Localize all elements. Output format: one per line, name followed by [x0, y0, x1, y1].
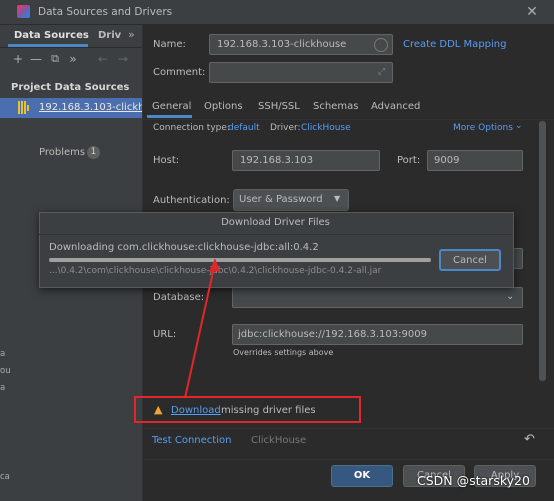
watermark: CSDN @starsky20 [417, 473, 530, 488]
arrow-head [209, 258, 220, 272]
arrow-shaft [184, 262, 216, 399]
annotation-arrow [184, 258, 220, 399]
